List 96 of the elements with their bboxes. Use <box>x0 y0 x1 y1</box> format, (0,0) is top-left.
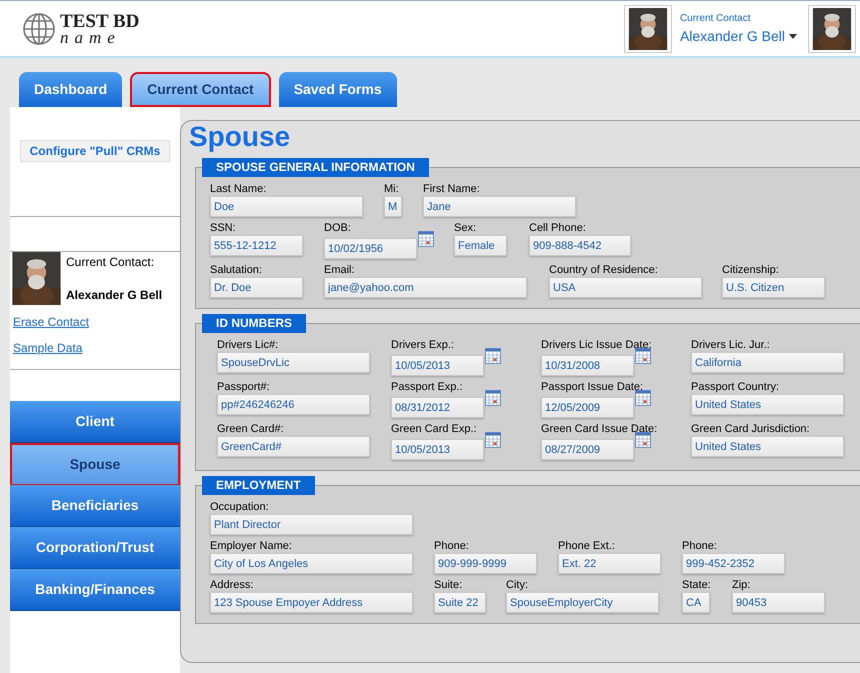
date-field[interactable]: 10/05/2013 <box>391 355 484 376</box>
input-field[interactable]: Doe <box>210 196 363 217</box>
field-label: Passport Issue Date: <box>541 380 644 394</box>
field-label: State: <box>682 578 712 592</box>
field-label: Green Card Jurisdiction: <box>691 422 811 436</box>
calendar-icon[interactable] <box>485 390 501 406</box>
input-field[interactable]: Suite 22 <box>434 592 486 613</box>
field-label: Suite: <box>434 578 464 592</box>
contact-dropdown[interactable]: Alexander G Bell <box>680 26 797 46</box>
input-field[interactable]: SpouseEmployerCity <box>506 592 659 613</box>
input-field[interactable]: United States <box>691 394 844 415</box>
input-field[interactable]: Jane <box>423 196 576 217</box>
field-label: First Name: <box>423 182 481 196</box>
input-field[interactable]: 909-888-4542 <box>529 235 631 256</box>
section-title: SPOUSE GENERAL INFORMATION <box>202 158 429 177</box>
logo-subtitle: name <box>60 28 122 46</box>
input-field[interactable]: Plant Director <box>210 514 413 535</box>
sidebar-link[interactable]: Sample Data <box>13 339 82 357</box>
input-field[interactable]: 555-12-1212 <box>210 235 303 256</box>
caret-icon <box>789 34 797 38</box>
field-label: Last Name: <box>210 182 268 196</box>
calendar-icon[interactable] <box>485 432 501 448</box>
input-field[interactable]: City of Los Angeles <box>210 553 413 574</box>
section-title: EMPLOYMENT <box>202 476 315 495</box>
input-field[interactable]: CA <box>682 592 710 613</box>
field-label: DOB: <box>324 221 352 235</box>
field-label: Country of Residence: <box>549 263 659 277</box>
field-label: Passport Exp.: <box>391 380 464 394</box>
calendar-icon[interactable] <box>635 348 651 364</box>
nav-item[interactable]: Beneficiaries <box>10 485 180 527</box>
field-label: Employer Name: <box>210 539 293 553</box>
field-label: Phone: <box>682 539 718 553</box>
contact-name: Alexander G Bell <box>66 287 162 304</box>
tab[interactable]: Saved Forms <box>278 72 397 107</box>
input-field[interactable]: United States <box>691 436 844 457</box>
field-label: Zip: <box>732 578 752 592</box>
date-field[interactable]: 08/27/2009 <box>541 439 634 460</box>
configure-button[interactable]: Configure "Pull" CRMs <box>20 140 170 162</box>
input-field[interactable]: USA <box>549 277 702 298</box>
section-title: ID NUMBERS <box>202 314 306 333</box>
nav-item[interactable]: Corporation/Trust <box>10 527 180 569</box>
input-field[interactable]: M <box>384 196 402 217</box>
field-label: Cell Phone: <box>529 221 587 235</box>
calendar-icon[interactable] <box>485 348 501 364</box>
field-label: Passport#: <box>217 380 271 394</box>
field-label: Drivers Lic#: <box>217 338 280 352</box>
field-label: Green Card Exp.: <box>391 422 478 436</box>
field-label: Drivers Lic Issue Date: <box>541 338 653 352</box>
field-label: Phone Ext.: <box>558 539 616 553</box>
date-field[interactable]: 10/05/2013 <box>391 439 484 460</box>
page-title: Spouse <box>189 121 292 153</box>
calendar-icon[interactable] <box>635 432 651 448</box>
logo-title: TEST BD <box>60 12 140 30</box>
field-label: Sex: <box>454 221 478 235</box>
input-field[interactable]: 999-452-2352 <box>682 553 785 574</box>
input-field[interactable]: GreenCard# <box>217 436 370 457</box>
sidebar-link[interactable]: Erase Contact <box>13 313 90 331</box>
calendar-icon[interactable] <box>418 231 434 247</box>
input-field[interactable]: 909-999-9999 <box>434 553 537 574</box>
date-field[interactable]: 10/02/1956 <box>324 238 417 259</box>
contact-label: Current Contact: <box>66 254 156 271</box>
globe-icon <box>22 12 56 46</box>
tab[interactable]: Current Contact <box>130 72 271 107</box>
date-field[interactable]: 12/05/2009 <box>541 397 634 418</box>
date-field[interactable]: 10/31/2008 <box>541 355 634 376</box>
tab[interactable]: Dashboard <box>19 72 122 107</box>
input-field[interactable]: U.S. Citizen <box>722 277 825 298</box>
field-label: Green Card#: <box>217 422 285 436</box>
field-label: Phone: <box>434 539 470 553</box>
input-field[interactable]: pp#246246246 <box>217 394 370 415</box>
field-label: Mi: <box>384 182 400 196</box>
field-label: Drivers Exp.: <box>391 338 455 352</box>
date-field[interactable]: 08/31/2012 <box>391 397 484 418</box>
field-label: Drivers Lic. Jur.: <box>691 338 771 352</box>
field-label: Occupation: <box>210 500 270 514</box>
input-field[interactable]: 90453 <box>732 592 825 613</box>
nav-item[interactable]: Spouse <box>10 443 180 485</box>
field-label: Salutation: <box>210 263 263 277</box>
input-field[interactable]: Female <box>454 235 507 256</box>
nav-item[interactable]: Client <box>10 401 180 443</box>
input-field[interactable]: SpouseDrvLic <box>217 352 370 373</box>
field-label: Green Card Issue Date: <box>541 422 658 436</box>
nav-item[interactable]: Banking/Finances <box>10 569 180 611</box>
input-field[interactable]: California <box>691 352 844 373</box>
field-label: Passport Country: <box>691 380 780 394</box>
contact-caption: Current Contact <box>680 12 752 26</box>
input-field[interactable]: Ext. 22 <box>558 553 661 574</box>
input-field[interactable]: jane@yahoo.com <box>324 277 527 298</box>
field-label: Citizenship: <box>722 263 780 277</box>
field-label: Address: <box>210 578 254 592</box>
field-label: City: <box>506 578 529 592</box>
calendar-icon[interactable] <box>635 390 651 406</box>
input-field[interactable]: 123 Spouse Empoyer Address <box>210 592 413 613</box>
input-field[interactable]: Dr. Doe <box>210 277 303 298</box>
field-label: Email: <box>324 263 356 277</box>
field-label: SSN: <box>210 221 237 235</box>
